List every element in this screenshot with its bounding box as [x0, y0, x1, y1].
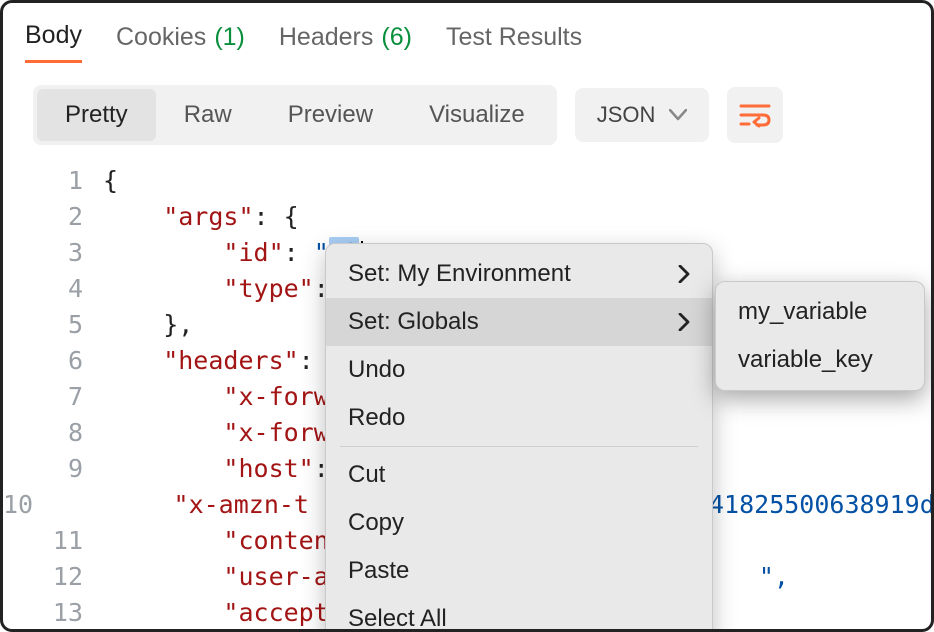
submenu-item-my-variable[interactable]: my_variable [716, 288, 924, 336]
ctx-set-globals-label: Set: Globals [348, 308, 479, 336]
tab-headers[interactable]: Headers (6) [279, 23, 412, 62]
line-number: 12 [3, 559, 103, 595]
ctx-select-all[interactable]: Select All [326, 595, 712, 632]
line-number: 5 [3, 307, 103, 343]
tab-cookies-label: Cookies [116, 23, 206, 52]
format-select[interactable]: JSON [575, 88, 710, 142]
tab-body-label: Body [25, 21, 82, 50]
view-preview[interactable]: Preview [260, 89, 401, 141]
ctx-paste[interactable]: Paste [326, 547, 712, 595]
ctx-undo[interactable]: Undo [326, 346, 712, 394]
line-number: 2 [3, 199, 103, 235]
ctx-select-all-label: Select All [348, 605, 447, 632]
ctx-cut[interactable]: Cut [326, 451, 712, 499]
line-number: 6 [3, 343, 103, 379]
view-pretty[interactable]: Pretty [37, 89, 156, 141]
tab-headers-label: Headers [279, 23, 374, 52]
line-number: 11 [3, 523, 103, 559]
line-number: 8 [3, 415, 103, 451]
line-number: 13 [3, 595, 103, 631]
tab-body[interactable]: Body [25, 21, 82, 63]
context-submenu: my_variable variable_key [715, 281, 925, 391]
app-frame: Body Cookies (1) Headers (6) Test Result… [0, 0, 934, 632]
tab-cookies-count: (1) [214, 23, 245, 52]
line-number: 3 [3, 235, 103, 271]
view-row: Pretty Raw Preview Visualize JSON [3, 63, 931, 153]
context-menu: Set: My Environment Set: Globals Undo Re… [325, 243, 713, 632]
view-mode-group: Pretty Raw Preview Visualize [33, 85, 557, 145]
ctx-paste-label: Paste [348, 557, 409, 585]
ctx-set-environment[interactable]: Set: My Environment [326, 250, 712, 298]
submenu-item-variable-key[interactable]: variable_key [716, 336, 924, 384]
line-number: 1 [3, 163, 103, 199]
tab-cookies[interactable]: Cookies (1) [116, 23, 245, 62]
separator [340, 446, 698, 447]
wrap-lines-button[interactable] [727, 87, 783, 143]
line-number: 7 [3, 379, 103, 415]
wrap-icon [739, 102, 771, 128]
tab-headers-count: (6) [381, 23, 412, 52]
ctx-cut-label: Cut [348, 461, 385, 489]
line-number: 10 [3, 487, 53, 523]
line-number: 4 [3, 271, 103, 307]
format-label: JSON [597, 102, 656, 128]
ctx-redo-label: Redo [348, 404, 405, 432]
ctx-copy[interactable]: Copy [326, 499, 712, 547]
view-visualize[interactable]: Visualize [401, 89, 553, 141]
ctx-copy-label: Copy [348, 509, 404, 537]
ctx-set-globals[interactable]: Set: Globals [326, 298, 712, 346]
chevron-right-icon [678, 265, 690, 283]
ctx-undo-label: Undo [348, 356, 405, 384]
tab-test-results[interactable]: Test Results [446, 23, 582, 62]
view-raw[interactable]: Raw [156, 89, 260, 141]
ctx-redo[interactable]: Redo [326, 394, 712, 442]
tab-test-results-label: Test Results [446, 23, 582, 52]
ctx-set-environment-label: Set: My Environment [348, 260, 571, 288]
line-number: 9 [3, 451, 103, 487]
chevron-right-icon [678, 313, 690, 331]
response-tabs: Body Cookies (1) Headers (6) Test Result… [3, 3, 931, 63]
chevron-down-icon [669, 109, 687, 121]
